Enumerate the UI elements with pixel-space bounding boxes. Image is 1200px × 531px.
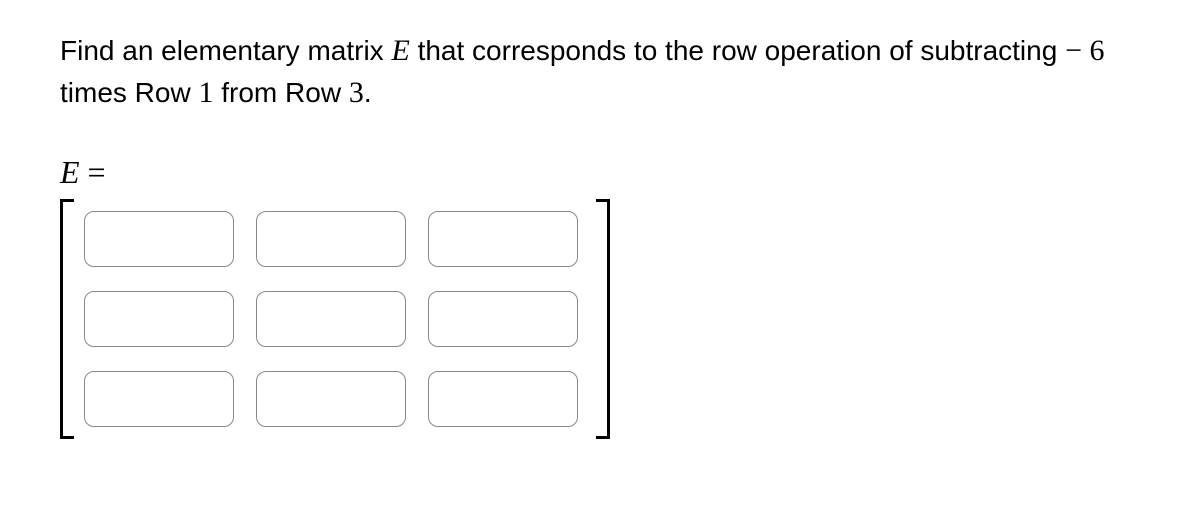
question-text-part4: from Row [213,77,348,108]
matrix-cell-3-2[interactable] [256,371,406,427]
question-text-part3: times Row [60,77,198,108]
matrix-cell-2-2[interactable] [256,291,406,347]
question-row-to: 3 [349,76,364,109]
matrix-cell-3-3[interactable] [428,371,578,427]
matrix-row-3 [84,371,578,427]
matrix-row-1 [84,211,578,267]
question-row-from: 1 [198,76,213,109]
equation-equals: = [80,154,106,190]
matrix-row-2 [84,291,578,347]
matrix-cell-3-1[interactable] [84,371,234,427]
question-minus: − [1065,34,1082,67]
question-text-part1: Find an elementary matrix [60,35,391,66]
matrix-cell-1-3[interactable] [428,211,578,267]
question-prompt: Find an elementary matrix E that corresp… [60,30,1140,114]
matrix-bracket-left [60,199,74,439]
equation-var-E: E [60,154,80,190]
matrix-container [60,199,1140,439]
matrix-bracket-right [596,199,610,439]
matrix-body [74,199,596,439]
matrix-cell-1-1[interactable] [84,211,234,267]
matrix-cell-1-2[interactable] [256,211,406,267]
question-text-part5: . [364,77,372,108]
equation-label: E = [60,154,1140,191]
matrix-cell-2-1[interactable] [84,291,234,347]
question-coef: 6 [1089,34,1104,67]
matrix-cell-2-3[interactable] [428,291,578,347]
question-var-E: E [391,34,409,67]
question-text-part2: that corresponds to the row operation of… [410,35,1065,66]
